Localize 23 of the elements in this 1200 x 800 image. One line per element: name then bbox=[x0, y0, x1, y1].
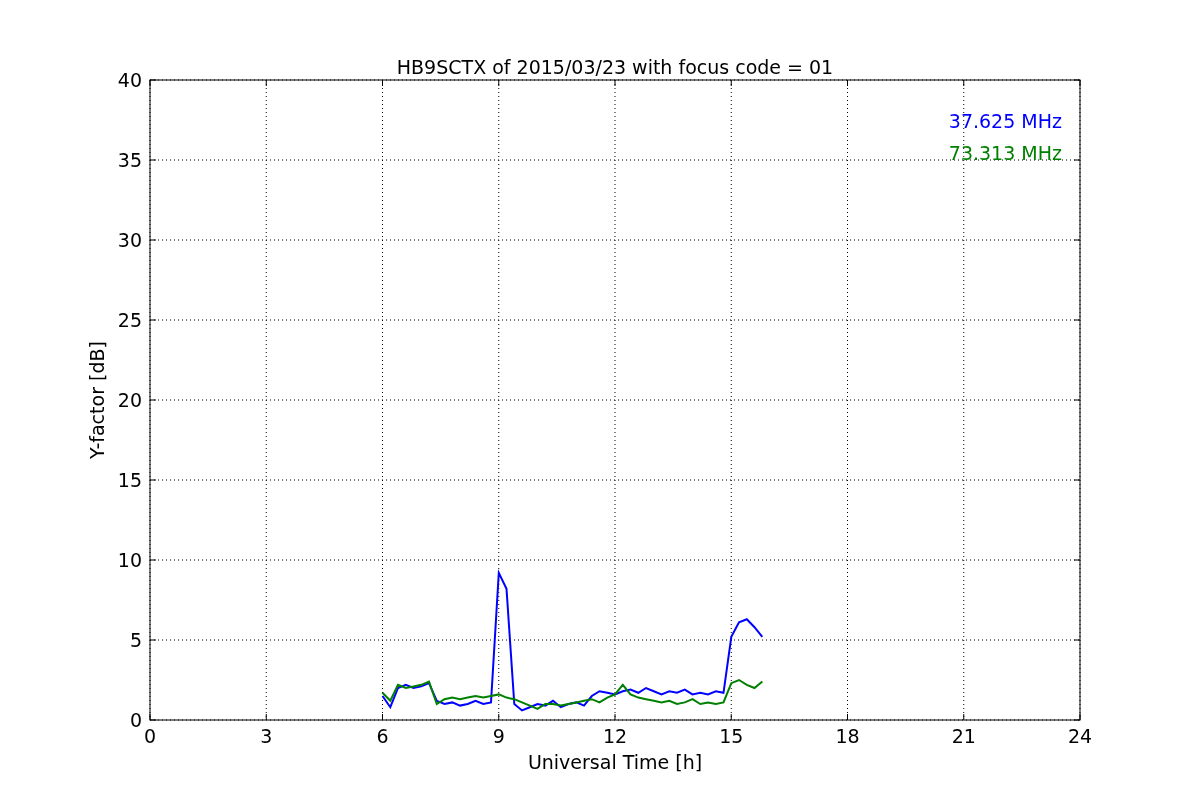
x-tick-label: 12 bbox=[602, 725, 628, 747]
x-tick-label: 18 bbox=[835, 725, 860, 747]
y-tick-label: 10 bbox=[117, 549, 142, 571]
x-tick-label: 6 bbox=[376, 725, 389, 747]
y-tick-label: 15 bbox=[117, 469, 142, 491]
legend-label: 37.625 MHz bbox=[948, 110, 1062, 132]
x-tick-label: 21 bbox=[951, 725, 976, 747]
x-tick-label: 15 bbox=[719, 725, 744, 747]
x-axis-label: Universal Time [h] bbox=[527, 751, 703, 773]
y-tick-label: 20 bbox=[117, 389, 142, 411]
x-tick-label: 3 bbox=[260, 725, 273, 747]
y-tick-label: 5 bbox=[129, 629, 142, 651]
x-tick-label: 24 bbox=[1067, 725, 1093, 747]
y-tick-label: 35 bbox=[117, 149, 142, 171]
x-tick-label: 9 bbox=[492, 725, 505, 747]
x-tick-label: 0 bbox=[143, 725, 157, 747]
legend-label: 73.313 MHz bbox=[948, 142, 1062, 164]
y-tick-label: 40 bbox=[117, 69, 142, 91]
y-axis-label: Y-factor [dB] bbox=[86, 341, 108, 459]
y-tick-label: 25 bbox=[117, 309, 142, 331]
y-tick-label: 30 bbox=[117, 229, 142, 251]
chart-title: HB9SCTX of 2015/03/23 with focus code = 01 bbox=[396, 56, 834, 78]
y-tick-label: 0 bbox=[129, 709, 142, 731]
